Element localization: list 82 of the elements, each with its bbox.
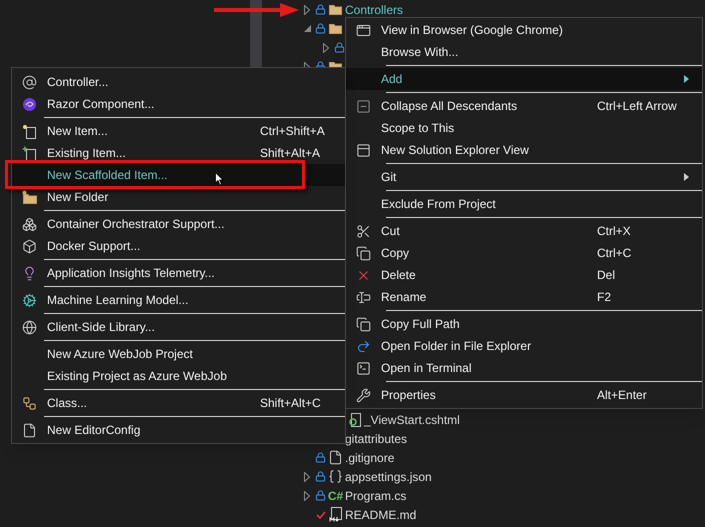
gear-icon [22, 292, 37, 308]
tree-item[interactable]: gitattributes [345, 430, 408, 448]
collapse-icon [356, 98, 371, 114]
shortcut-text: Alt+Enter [597, 388, 647, 402]
menu-item[interactable]: Controller... [12, 71, 345, 93]
menu-item[interactable]: Add [346, 68, 702, 90]
menu-item[interactable]: Delete Del [346, 264, 702, 286]
terminal-icon [356, 360, 371, 376]
globe-icon [22, 320, 37, 334]
add-file-icon [22, 146, 37, 160]
menu-item[interactable]: Open in Terminal [346, 357, 702, 379]
menu-item[interactable]: New Scaffolded Item... [12, 164, 345, 186]
redo-arrow-icon [356, 338, 371, 354]
folder-icon [329, 4, 342, 15]
menu-item[interactable]: Collapse All Descendants Ctrl+Left Arrow [346, 95, 702, 117]
collapse-arrow-icon[interactable] [304, 25, 310, 32]
swirl-icon [22, 96, 37, 112]
tree-item[interactable]: Program.cs [345, 486, 406, 504]
shortcut-text: Shift+Alt+A [260, 146, 320, 160]
menu-item[interactable]: Rename F2 [346, 286, 702, 308]
browser-window-icon [356, 22, 371, 38]
menu-item[interactable]: Razor Component... [12, 93, 345, 115]
new-window-icon [356, 142, 371, 158]
wrench-icon [356, 388, 371, 402]
menu-item[interactable]: Container Orchestrator Support... [12, 213, 345, 235]
copy-icon [356, 246, 371, 260]
tree-item[interactable]: appsettings.json [345, 468, 432, 486]
box-icon [22, 238, 37, 254]
new-file-icon [22, 124, 37, 138]
shortcut-text: Shift+Alt+C [260, 396, 321, 410]
tree-item[interactable]: README.md [345, 506, 416, 524]
shortcut-text: Ctrl+Shift+A [260, 124, 325, 138]
markdown-file-icon [329, 507, 342, 522]
shortcut-text: Del [597, 268, 616, 282]
menu-item[interactable]: New Azure WebJob Project [12, 343, 345, 365]
at-sign-icon [22, 74, 37, 90]
menu-item[interactable]: Existing Project as Azure WebJob [12, 365, 345, 387]
menu-item[interactable]: Browse With... [346, 41, 702, 63]
menu-item[interactable]: New Folder [12, 186, 345, 208]
class-diagram-icon [22, 396, 37, 410]
menu-item[interactable]: Existing Item... Shift+Alt+A [12, 142, 345, 164]
menu-item[interactable]: Client-Side Library... [12, 316, 345, 338]
menu-item[interactable]: New Solution Explorer View [346, 139, 702, 161]
menu-item[interactable]: View in Browser (Google Chrome) [346, 19, 702, 41]
boxes-icon [22, 216, 37, 232]
menu-item[interactable]: Git [346, 166, 702, 188]
menu-item[interactable]: Exclude From Project [346, 193, 702, 215]
tree-item[interactable]: _ViewStart.cshtml [364, 410, 460, 428]
menu-item[interactable]: Open Folder in File Explorer [346, 335, 702, 357]
scrollbar[interactable] [250, 0, 262, 67]
braces-file-icon [328, 469, 343, 484]
menu-item[interactable]: Docker Support... [12, 235, 345, 257]
menu-item[interactable]: Machine Learning Model... [12, 289, 345, 311]
mouse-cursor-icon [215, 172, 225, 186]
menu-item[interactable]: Copy Ctrl+C [346, 242, 702, 264]
shortcut-text: F2 [597, 290, 612, 304]
folder-icon [329, 23, 342, 34]
copy-icon [356, 316, 371, 332]
file-icon [328, 450, 343, 465]
menu-item[interactable]: Copy Full Path [346, 313, 702, 335]
scissors-icon [356, 224, 371, 238]
file-icon [22, 422, 37, 438]
menu-item[interactable]: Scope to This [346, 117, 702, 139]
expand-arrow-icon[interactable] [304, 490, 310, 500]
rename-icon [356, 290, 371, 304]
tree-item[interactable]: .gitignore [345, 448, 394, 466]
menu-item[interactable]: Application Insights Telemetry... [12, 262, 345, 284]
csharp-icon: C# [328, 490, 344, 502]
menu-item[interactable]: New Item... Ctrl+Shift+A [12, 120, 345, 142]
tree-item[interactable]: Controllers [345, 0, 404, 18]
shortcut-text: Ctrl+C [597, 246, 632, 260]
expand-arrow-icon[interactable] [304, 472, 310, 482]
shortcut-text: Ctrl+Left Arrow [597, 99, 677, 113]
menu-item[interactable]: New EditorConfig [12, 419, 345, 441]
shortcut-text: Ctrl+X [597, 224, 631, 238]
new-folder-icon [22, 190, 37, 204]
menu-item[interactable]: Cut Ctrl+X [346, 220, 702, 242]
razor-file-icon [348, 412, 360, 426]
menu-item[interactable]: Class... Shift+Alt+C [12, 392, 345, 414]
expand-arrow-icon[interactable] [323, 42, 329, 52]
menu-item[interactable]: Properties Alt+Enter [346, 384, 702, 406]
expand-arrow-icon[interactable] [304, 4, 310, 14]
